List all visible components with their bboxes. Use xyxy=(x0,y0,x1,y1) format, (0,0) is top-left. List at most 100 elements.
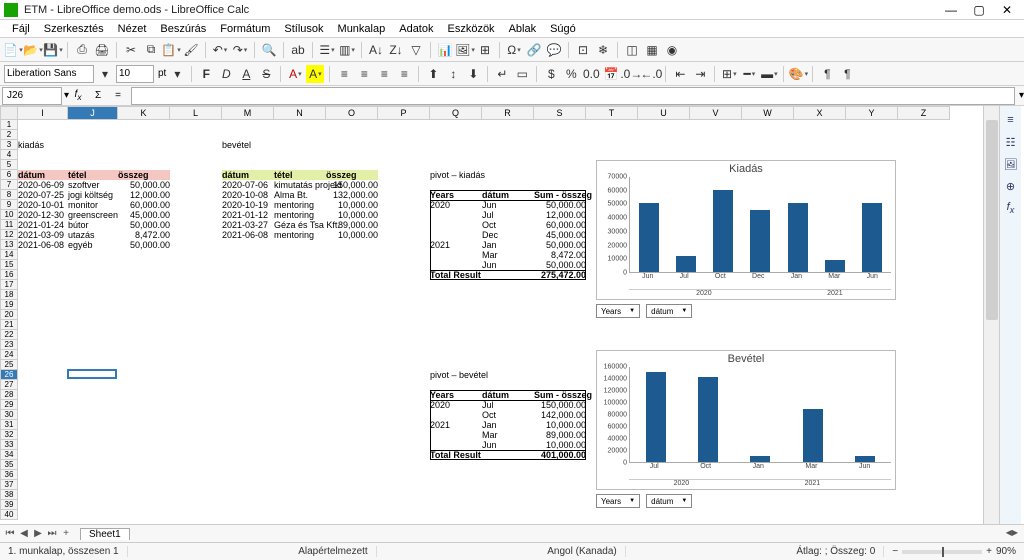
row-header[interactable]: 25 xyxy=(0,360,18,370)
border-icon[interactable]: ⊞ xyxy=(720,65,738,83)
col-header[interactable]: I xyxy=(18,106,68,120)
cell[interactable]: 150,000.00 xyxy=(326,180,378,190)
hyperlink-icon[interactable]: 🔗 xyxy=(525,41,543,59)
row-header[interactable]: 28 xyxy=(0,390,18,400)
cell[interactable]: mentoring xyxy=(274,210,314,220)
align-center-icon[interactable]: ≡ xyxy=(355,65,373,83)
cell[interactable]: 45,000.00 xyxy=(534,230,586,240)
col-header[interactable]: U xyxy=(638,106,690,120)
col-header[interactable]: Z xyxy=(898,106,950,120)
row-header[interactable]: 34 xyxy=(0,450,18,460)
cell[interactable]: 50,000.00 xyxy=(118,220,170,230)
row-header[interactable]: 17 xyxy=(0,280,18,290)
redo-icon[interactable]: ↷ xyxy=(231,41,249,59)
date-icon[interactable]: 📅 xyxy=(602,65,620,83)
col-icon[interactable]: ▥ xyxy=(338,41,356,59)
special-char-icon[interactable]: Ω xyxy=(505,41,523,59)
row-header[interactable]: 3 xyxy=(0,140,18,150)
col-header[interactable]: S xyxy=(534,106,586,120)
chart[interactable]: Kiadás0100002000030000400005000060000700… xyxy=(596,160,896,300)
cell[interactable]: Mar xyxy=(482,250,534,260)
cell[interactable]: Years xyxy=(430,190,482,200)
number-icon[interactable]: 0.0 xyxy=(582,65,600,83)
cell[interactable]: Alma Bt. xyxy=(274,190,308,200)
border-style-icon[interactable]: ━ xyxy=(740,65,758,83)
zoom-slider[interactable] xyxy=(902,550,982,554)
col-header[interactable]: P xyxy=(378,106,430,120)
cell[interactable]: 2021-03-09 xyxy=(18,230,64,240)
cell[interactable]: Jul xyxy=(482,400,534,410)
cell[interactable]: 2021 xyxy=(430,240,482,250)
col-header[interactable]: X xyxy=(794,106,846,120)
row-header[interactable]: 37 xyxy=(0,480,18,490)
row-header[interactable]: 36 xyxy=(0,470,18,480)
cell[interactable]: Jan xyxy=(482,420,534,430)
col-header[interactable]: T xyxy=(586,106,638,120)
sidebar-styles-icon[interactable]: ☷ xyxy=(1003,134,1019,150)
font-name-input[interactable] xyxy=(4,65,94,83)
chart-icon[interactable]: 📊 xyxy=(436,41,454,59)
cell[interactable]: Jan xyxy=(482,240,534,250)
row-header[interactable]: 12 xyxy=(0,230,18,240)
formula-expand-icon[interactable]: ▾ xyxy=(1019,90,1024,101)
menu-szerkesztés[interactable]: Szerkesztés xyxy=(38,23,110,35)
cell[interactable]: 2021-06-08 xyxy=(222,230,268,240)
tab-first-icon[interactable]: ⏮ xyxy=(4,528,16,539)
maximize-button[interactable]: ▢ xyxy=(966,1,992,19)
cell[interactable]: 2021-01-12 xyxy=(222,210,268,220)
new-icon[interactable]: 📄 xyxy=(4,41,22,59)
valign-bot-icon[interactable]: ⬇ xyxy=(464,65,482,83)
row-header[interactable]: 29 xyxy=(0,400,18,410)
row-header[interactable]: 11 xyxy=(0,220,18,230)
sort-asc-icon[interactable]: A↓ xyxy=(367,41,385,59)
col-header[interactable]: L xyxy=(170,106,222,120)
cell[interactable]: monitor xyxy=(68,200,98,210)
chart[interactable]: Bevétel020000400006000080000100000120000… xyxy=(596,350,896,490)
horizontal-scrollbar[interactable]: ◀▶ xyxy=(130,528,1024,540)
row-header[interactable]: 4 xyxy=(0,150,18,160)
cell[interactable]: kiadás xyxy=(18,140,44,150)
cell[interactable]: 12,000.00 xyxy=(118,190,170,200)
cell[interactable]: 2020 xyxy=(430,200,482,210)
border-color-icon[interactable]: ▬ xyxy=(760,65,778,83)
tab-prev-icon[interactable]: ◀ xyxy=(18,528,30,539)
cell[interactable]: Mar xyxy=(482,430,534,440)
cell[interactable]: bevétel xyxy=(222,140,251,150)
font-name-dd-icon[interactable]: ▾ xyxy=(96,65,114,83)
cell[interactable]: 275,472.00 xyxy=(534,270,586,280)
export-pdf-icon[interactable]: ⎙ xyxy=(73,41,91,59)
tab-next-icon[interactable]: ▶ xyxy=(32,528,44,539)
status-lang[interactable]: Angol (Kanada) xyxy=(539,546,626,557)
row-header[interactable]: 1 xyxy=(0,120,18,130)
cell[interactable]: 2020-06-09 xyxy=(18,180,64,190)
paste-icon[interactable]: 📋 xyxy=(162,41,180,59)
formula-input[interactable] xyxy=(131,87,1015,105)
row-header[interactable]: 14 xyxy=(0,250,18,260)
row-header[interactable]: 6 xyxy=(0,170,18,180)
cell[interactable]: 2021-03-27 xyxy=(222,220,268,230)
cell[interactable]: 50,000.00 xyxy=(118,180,170,190)
cell[interactable]: 2021-06-08 xyxy=(18,240,64,250)
cell[interactable]: Oct xyxy=(482,220,534,230)
cell[interactable]: 2021-01-24 xyxy=(18,220,64,230)
row-header[interactable]: 5 xyxy=(0,160,18,170)
row-header[interactable]: 20 xyxy=(0,310,18,320)
col-header[interactable]: K xyxy=(118,106,170,120)
menu-adatok[interactable]: Adatok xyxy=(393,23,439,35)
col-header[interactable]: N xyxy=(274,106,326,120)
freeze-icon[interactable]: ❄ xyxy=(594,41,612,59)
sidebar-properties-icon[interactable]: ≡ xyxy=(1003,112,1019,128)
cell[interactable]: 10,000.00 xyxy=(326,200,378,210)
col-header[interactable]: M xyxy=(222,106,274,120)
cell[interactable]: 132,000.00 xyxy=(326,190,378,200)
valign-top-icon[interactable]: ⬆ xyxy=(424,65,442,83)
cond-format-icon[interactable]: ¶ xyxy=(818,65,836,83)
row-header[interactable]: 24 xyxy=(0,350,18,360)
cell[interactable]: Oct xyxy=(482,410,534,420)
cell[interactable]: 60,000.00 xyxy=(534,220,586,230)
highlight-icon[interactable]: A xyxy=(306,65,324,83)
headers-icon[interactable]: ⊡ xyxy=(574,41,592,59)
row-header[interactable]: 13 xyxy=(0,240,18,250)
cell[interactable]: 10,000.00 xyxy=(534,420,586,430)
cell[interactable]: 45,000.00 xyxy=(118,210,170,220)
